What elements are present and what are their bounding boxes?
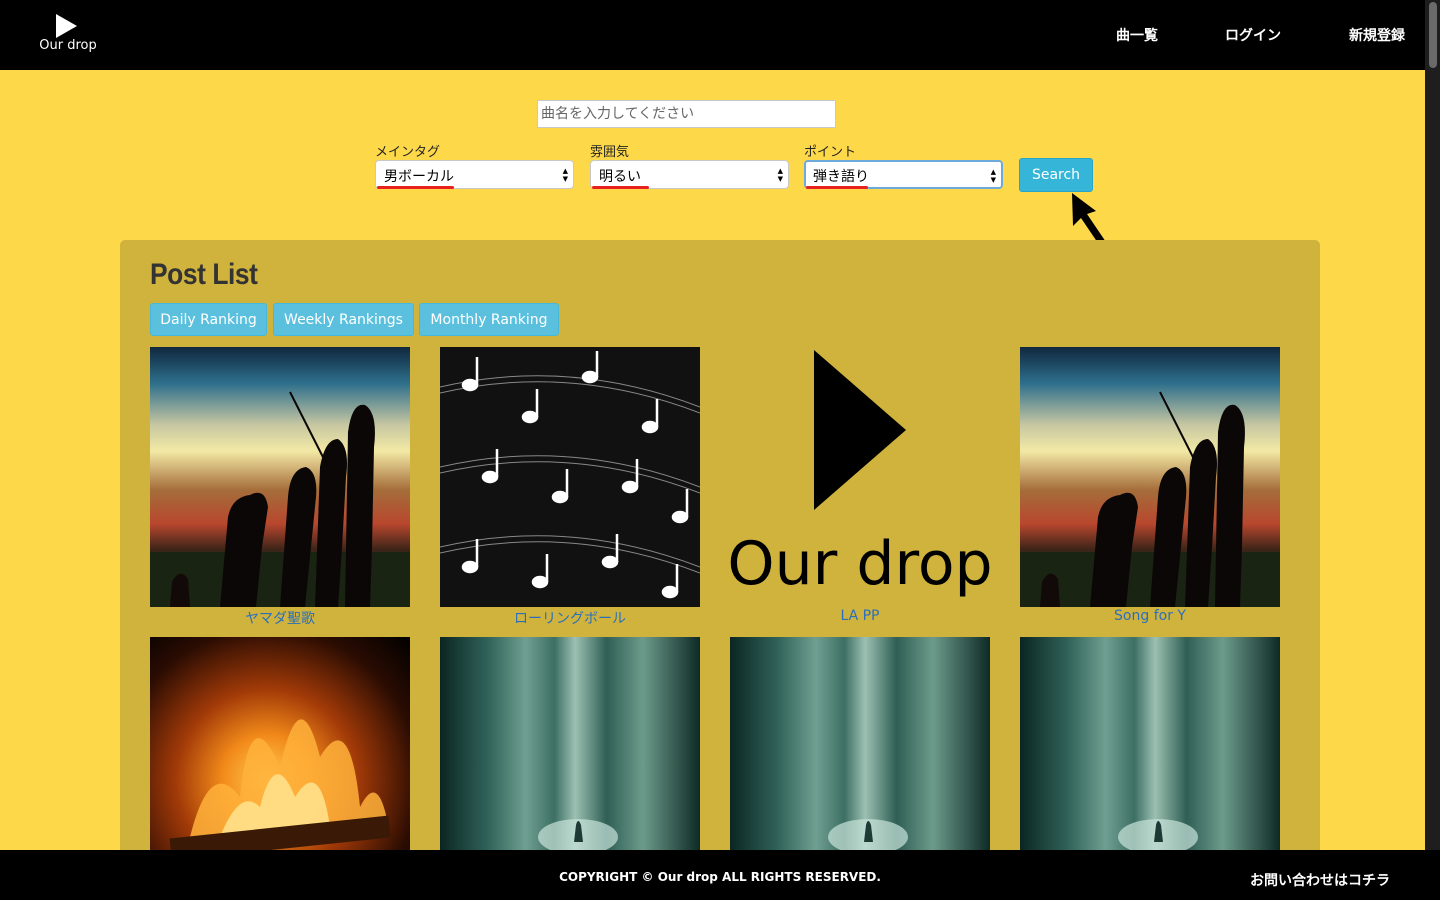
post-thumbnail-sunset-silhouettes[interactable] (150, 347, 410, 607)
logo-text: Our drop (39, 38, 97, 53)
main-tag-select[interactable]: 男ボーカル ▲ ▼ (375, 160, 574, 189)
post-card[interactable]: Our drop LA PP (730, 347, 990, 627)
point-select[interactable]: 弾き語り ▲ ▼ (804, 160, 1003, 189)
main-tag-selected-value: 男ボーカル (384, 169, 454, 185)
contact-link[interactable]: お問い合わせはコチラ (1250, 870, 1390, 890)
post-card[interactable]: ローリングボール (440, 347, 700, 627)
nav-register[interactable]: 新規登録 (1349, 25, 1405, 45)
main-tag-label: メインタグ (375, 145, 441, 160)
post-card[interactable]: Song for Y (1020, 347, 1280, 627)
post-card[interactable] (730, 637, 990, 897)
search-button[interactable]: Search (1019, 158, 1093, 192)
post-title-link[interactable]: Song for Y (1020, 608, 1280, 624)
post-list-title: Post List (150, 258, 258, 291)
point-label: ポイント (804, 145, 857, 160)
site-header: Our drop 曲一覧 ログイン 新規登録 (0, 0, 1440, 70)
post-card[interactable] (1020, 637, 1280, 897)
post-thumbnail-music-notes[interactable] (440, 347, 700, 607)
site-logo[interactable]: Our drop (30, 12, 106, 58)
scrollbar-thumb[interactable] (1429, 2, 1437, 68)
post-card[interactable] (440, 637, 700, 897)
select-arrows-icon: ▲ ▼ (777, 167, 783, 183)
select-arrows-icon: ▲ ▼ (990, 168, 996, 184)
scrollbar[interactable] (1425, 0, 1440, 850)
point-selected-value: 弾き語り (813, 169, 869, 185)
post-card[interactable]: ヤマダ聖歌 (150, 347, 410, 627)
play-icon (56, 14, 77, 38)
nav-login[interactable]: ログイン (1225, 25, 1281, 45)
atmosphere-selected-value: 明るい (599, 169, 641, 185)
atmosphere-label: 雰囲気 (590, 145, 630, 160)
highlight-underline (806, 186, 868, 189)
highlight-underline (377, 186, 454, 189)
post-title-link[interactable]: LA PP (730, 608, 990, 624)
highlight-underline (592, 186, 649, 189)
atmosphere-select[interactable]: 明るい ▲ ▼ (590, 160, 789, 189)
logo-image-text: Our drop (730, 529, 990, 599)
weekly-rankings-button[interactable]: Weekly Rankings (273, 303, 414, 336)
song-name-search-input[interactable] (537, 100, 836, 128)
copyright-text: COPYRIGHT © Our drop ALL RIGHTS RESERVED… (559, 870, 881, 884)
post-thumbnail-our-drop-logo[interactable]: Our drop (730, 347, 990, 607)
nav-song-list[interactable]: 曲一覧 (1116, 25, 1158, 45)
daily-ranking-button[interactable]: Daily Ranking (150, 303, 267, 336)
monthly-ranking-button[interactable]: Monthly Ranking (419, 303, 559, 336)
post-title-link[interactable]: ローリングボール (440, 608, 700, 628)
select-arrows-icon: ▲ ▼ (562, 167, 568, 183)
post-thumbnail-sunset-silhouettes[interactable] (1020, 347, 1280, 607)
post-title-link[interactable]: ヤマダ聖歌 (150, 608, 410, 628)
post-card[interactable] (150, 637, 410, 897)
